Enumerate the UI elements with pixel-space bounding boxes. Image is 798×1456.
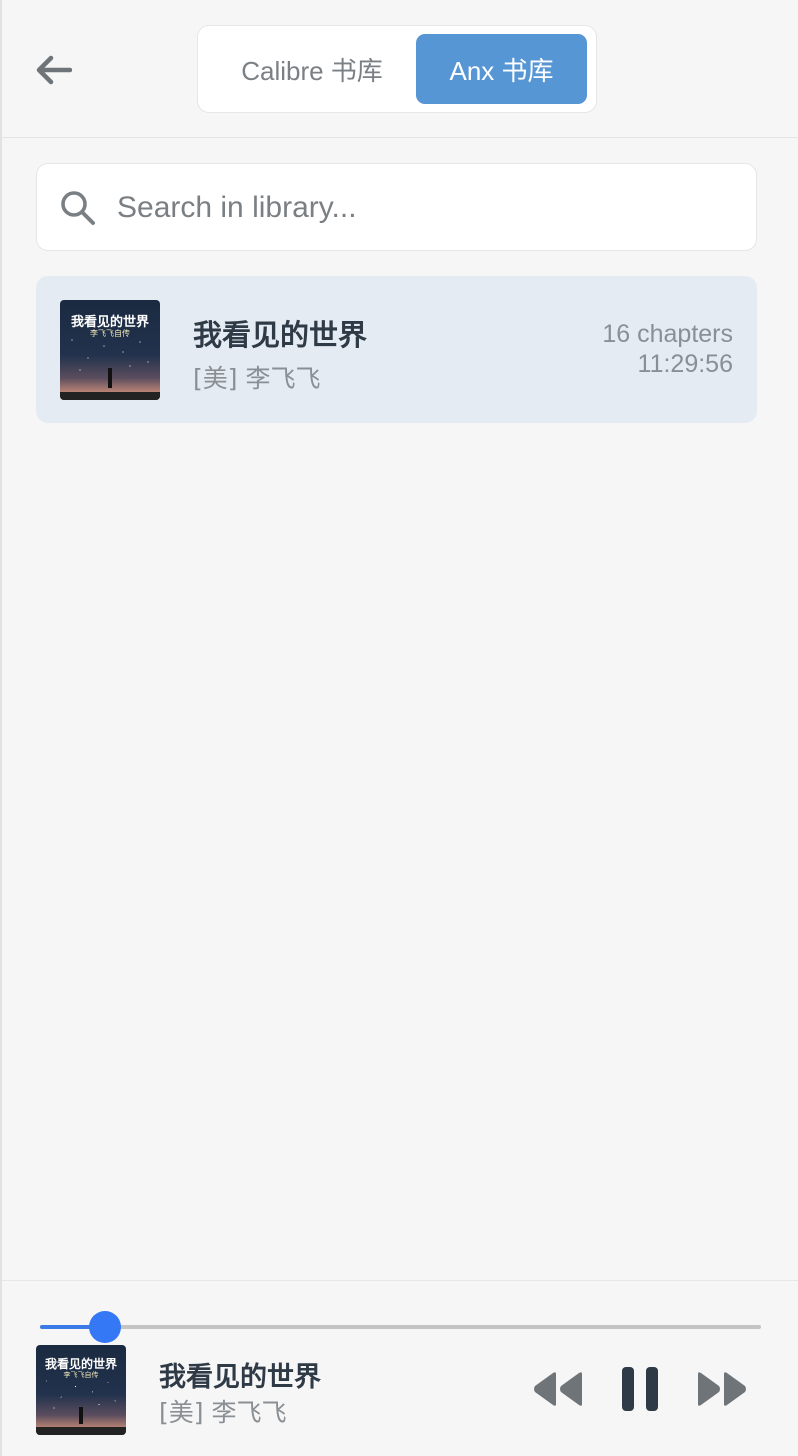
search-box bbox=[36, 163, 757, 251]
cover-figure bbox=[108, 368, 112, 388]
player-cover: 我看见的世界 李飞飞自传 bbox=[36, 1345, 126, 1435]
search-input[interactable] bbox=[117, 178, 737, 238]
header-bar: Calibre 书库 Anx 书库 bbox=[2, 0, 798, 138]
audio-player: 我看见的世界 李飞飞自传 我看见的世界 [美] 李飞飞 bbox=[2, 1280, 798, 1456]
fast-forward-icon bbox=[698, 1372, 746, 1406]
back-button[interactable] bbox=[32, 50, 74, 90]
cover-subtitle-text: 李飞飞自传 bbox=[63, 1371, 99, 1379]
player-author: [美] 李飞飞 bbox=[159, 1398, 287, 1427]
progress-slider[interactable] bbox=[40, 1311, 761, 1343]
rewind-icon bbox=[534, 1372, 582, 1406]
tab-anx-library[interactable]: Anx 书库 bbox=[416, 34, 587, 104]
book-duration: 11:29:56 bbox=[637, 350, 733, 378]
pause-icon bbox=[622, 1367, 658, 1411]
book-cover: 我看见的世界 李飞飞自传 bbox=[60, 300, 160, 400]
fast-forward-button[interactable] bbox=[694, 1369, 750, 1409]
book-author: [美] 李飞飞 bbox=[193, 364, 321, 393]
cover-subtitle-text: 李飞飞自传 bbox=[90, 329, 130, 338]
app-window: Calibre 书库 Anx 书库 我看见的世界 李飞飞自传 我看见的世界 [美… bbox=[0, 0, 798, 1456]
cover-figure bbox=[79, 1407, 83, 1424]
library-switcher: Calibre 书库 Anx 书库 bbox=[197, 25, 597, 113]
progress-thumb[interactable] bbox=[88, 1311, 121, 1343]
cover-bottom-strip bbox=[36, 1427, 126, 1435]
rewind-button[interactable] bbox=[530, 1369, 586, 1409]
pause-button[interactable] bbox=[616, 1363, 664, 1415]
book-title: 我看见的世界 bbox=[193, 318, 368, 352]
search-icon bbox=[61, 191, 95, 225]
book-chapter-count: 16 chapters bbox=[602, 320, 733, 348]
player-title: 我看见的世界 bbox=[159, 1362, 321, 1393]
back-arrow-icon bbox=[36, 55, 72, 85]
cover-bottom-strip bbox=[60, 392, 160, 400]
book-list-item[interactable]: 我看见的世界 李飞飞自传 我看见的世界 [美] 李飞飞 16 chapters … bbox=[36, 276, 757, 423]
tab-calibre-library[interactable]: Calibre 书库 bbox=[216, 34, 408, 104]
